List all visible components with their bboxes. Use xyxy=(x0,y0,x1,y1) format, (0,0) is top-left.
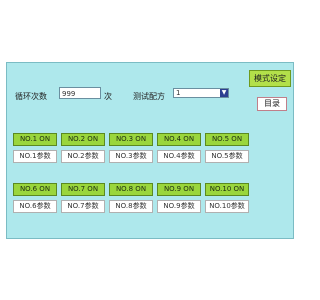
recipe-label: 测试配方 xyxy=(133,92,165,101)
channel-2: NO.2 ON NO.2参数 xyxy=(61,133,105,163)
directory-button[interactable]: 目录 xyxy=(257,97,287,111)
channel-6: NO.6 ON NO.6参数 xyxy=(13,183,57,213)
cycles-unit: 次 xyxy=(104,92,112,101)
channel-param-button[interactable]: NO.6参数 xyxy=(13,200,57,213)
channel-param-button[interactable]: NO.4参数 xyxy=(157,150,201,163)
channel-param-button[interactable]: NO.5参数 xyxy=(205,150,249,163)
channel-8: NO.8 ON NO.8参数 xyxy=(109,183,153,213)
dropdown-arrow-icon[interactable]: ▼ xyxy=(220,89,228,97)
recipe-value: 1 xyxy=(176,89,181,97)
channel-row-2: NO.6 ON NO.6参数 NO.7 ON NO.7参数 NO.8 ON NO… xyxy=(13,183,251,213)
channel-10: NO.10 ON NO.10参数 xyxy=(205,183,249,213)
channel-on-button[interactable]: NO.6 ON xyxy=(13,183,57,196)
cycles-label: 循环次数 xyxy=(15,92,47,101)
channel-param-button[interactable]: NO.7参数 xyxy=(61,200,105,213)
channel-9: NO.9 ON NO.9参数 xyxy=(157,183,201,213)
channel-1: NO.1 ON NO.1参数 xyxy=(13,133,57,163)
hmi-screen: 循环次数 999 次 测试配方 1 ▼ 模式设定 目录 NO.1 ON NO.1… xyxy=(6,62,294,239)
cycles-input[interactable]: 999 xyxy=(59,87,101,99)
channel-on-button[interactable]: NO.2 ON xyxy=(61,133,105,146)
channel-param-button[interactable]: NO.1参数 xyxy=(13,150,57,163)
channel-on-button[interactable]: NO.8 ON xyxy=(109,183,153,196)
channel-on-button[interactable]: NO.9 ON xyxy=(157,183,201,196)
channel-param-button[interactable]: NO.2参数 xyxy=(61,150,105,163)
channel-7: NO.7 ON NO.7参数 xyxy=(61,183,105,213)
channel-4: NO.4 ON NO.4参数 xyxy=(157,133,201,163)
channel-param-button[interactable]: NO.9参数 xyxy=(157,200,201,213)
channel-3: NO.3 ON NO.3参数 xyxy=(109,133,153,163)
channel-on-button[interactable]: NO.5 ON xyxy=(205,133,249,146)
channel-on-button[interactable]: NO.3 ON xyxy=(109,133,153,146)
mode-settings-button[interactable]: 模式设定 xyxy=(249,70,291,87)
channel-5: NO.5 ON NO.5参数 xyxy=(205,133,249,163)
channel-on-button[interactable]: NO.10 ON xyxy=(205,183,249,196)
channel-on-button[interactable]: NO.7 ON xyxy=(61,183,105,196)
recipe-select[interactable]: 1 ▼ xyxy=(173,88,229,98)
channel-row-1: NO.1 ON NO.1参数 NO.2 ON NO.2参数 NO.3 ON NO… xyxy=(13,133,251,163)
channel-on-button[interactable]: NO.4 ON xyxy=(157,133,201,146)
channel-param-button[interactable]: NO.3参数 xyxy=(109,150,153,163)
channel-param-button[interactable]: NO.8参数 xyxy=(109,200,153,213)
channel-on-button[interactable]: NO.1 ON xyxy=(13,133,57,146)
channel-param-button[interactable]: NO.10参数 xyxy=(205,200,249,213)
